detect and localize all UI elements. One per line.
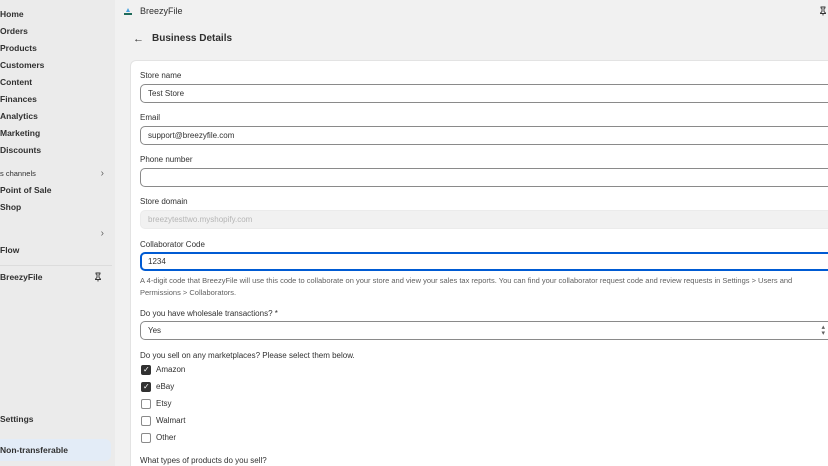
checkbox[interactable]: [141, 416, 151, 426]
collaborator-code-help: A 4-digit code that BreezyFile will use …: [140, 276, 793, 297]
checkbox-label: Walmart: [156, 416, 186, 425]
store-domain-input: breezytesttwo.myshopify.com: [140, 210, 828, 229]
checkbox-label: eBay: [156, 382, 175, 391]
breezyfile-logo-icon: [124, 8, 132, 15]
checkmark-icon: ✓: [143, 382, 150, 391]
checkbox[interactable]: [141, 399, 151, 409]
select-arrows-icon: ▴ ▾: [821, 324, 825, 337]
store-domain-label: Store domain: [140, 197, 188, 206]
product-types-label: What types of products do you sell?: [140, 456, 267, 465]
sidebar-item-flow[interactable]: Flow: [0, 242, 112, 258]
sidebar-item-marketing[interactable]: Marketing: [0, 125, 112, 141]
checkbox-label: Etsy: [156, 399, 172, 408]
sidebar-item-content[interactable]: Content: [0, 74, 112, 90]
checkbox[interactable]: [141, 433, 151, 443]
chevron-right-icon: ›: [100, 168, 104, 179]
sidebar-item-analytics[interactable]: Analytics: [0, 108, 112, 124]
sidebar-item-customers[interactable]: Customers: [0, 57, 112, 73]
sidebar: Home Orders Products Customers Content F…: [0, 0, 115, 466]
store-name-input[interactable]: Test Store: [140, 84, 828, 103]
sidebar-item-breezyfile[interactable]: BreezyFile: [0, 269, 112, 285]
sidebar-item-orders[interactable]: Orders: [0, 23, 112, 39]
email-label: Email: [140, 113, 161, 122]
collaborator-code-input[interactable]: 1234: [140, 252, 828, 271]
sidebar-item-discounts[interactable]: Discounts: [0, 142, 112, 158]
sidebar-section-label: s channels: [0, 169, 36, 178]
pin-icon[interactable]: [818, 6, 828, 16]
sidebar-item-point-of-sale[interactable]: Point of Sale: [0, 182, 112, 198]
sidebar-divider: [0, 265, 112, 266]
sidebar-item-finances[interactable]: Finances: [0, 91, 112, 107]
app-topbar: BreezyFile: [115, 0, 828, 24]
sidebar-section-sales-channels[interactable]: s channels ›: [0, 166, 112, 182]
non-transferable-badge[interactable]: Non-transferable: [0, 439, 111, 461]
wholesale-select[interactable]: Yes ▴ ▾: [140, 321, 828, 340]
checkbox-label: Other: [156, 433, 177, 442]
app-name: BreezyFile: [140, 6, 183, 16]
checkbox[interactable]: ✓: [141, 382, 151, 392]
page-title: Business Details: [152, 33, 233, 44]
chevron-right-icon: ›: [100, 228, 104, 239]
back-arrow-icon[interactable]: ←: [133, 33, 144, 45]
phone-label: Phone number: [140, 155, 193, 164]
pin-icon[interactable]: [93, 272, 103, 282]
email-input[interactable]: support@breezyfile.com: [140, 126, 828, 145]
checkmark-icon: ✓: [143, 365, 150, 374]
sidebar-item-settings[interactable]: Settings: [0, 411, 112, 427]
marketplaces-label: Do you sell on any marketplaces? Please …: [140, 351, 355, 360]
store-name-label: Store name: [140, 71, 182, 80]
wholesale-label: Do you have wholesale transactions? *: [140, 309, 278, 318]
wholesale-selected-value: Yes: [148, 326, 162, 335]
sidebar-item-products[interactable]: Products: [0, 40, 112, 56]
checkbox[interactable]: ✓: [141, 365, 151, 375]
sidebar-item-shop[interactable]: Shop: [0, 199, 112, 215]
business-details-card: Store name Test Store Email support@bree…: [130, 60, 828, 466]
sidebar-item-label: BreezyFile: [0, 272, 43, 282]
checkbox-label: Amazon: [156, 365, 186, 374]
phone-input[interactable]: [140, 168, 828, 187]
footer-label: Non-transferable: [0, 445, 69, 455]
sidebar-item-home[interactable]: Home: [0, 6, 112, 22]
collaborator-code-label: Collaborator Code: [140, 240, 205, 249]
sidebar-section-apps[interactable]: ›: [0, 226, 112, 242]
